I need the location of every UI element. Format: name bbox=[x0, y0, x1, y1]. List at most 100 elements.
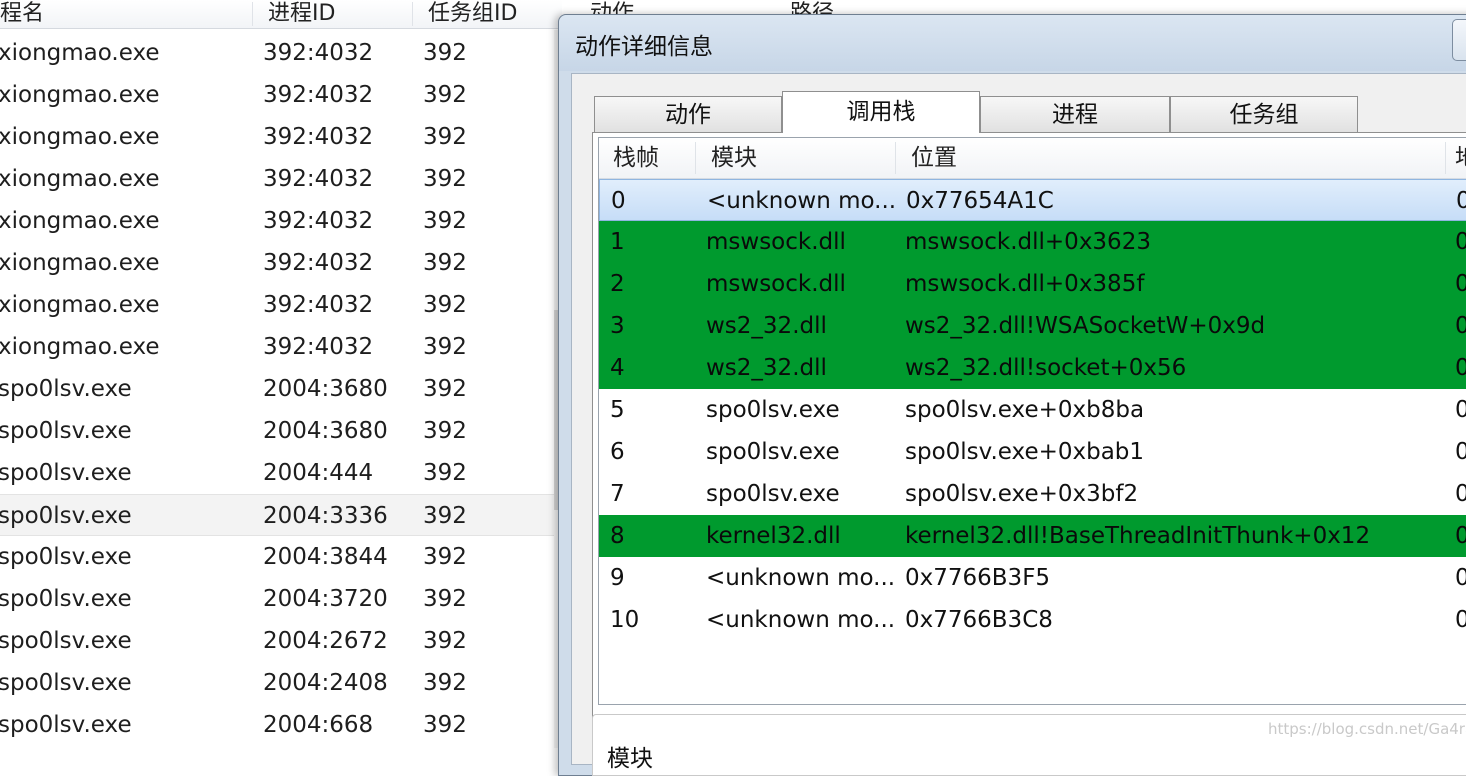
column-header-pid[interactable]: 进程ID bbox=[268, 0, 335, 28]
pid-cell: 392:4032 bbox=[263, 250, 374, 276]
column-divider[interactable] bbox=[412, 2, 413, 26]
pid-cell: 2004:668 bbox=[263, 712, 374, 738]
tab-process[interactable]: 进程 bbox=[980, 96, 1170, 132]
address-cell: 0 bbox=[1455, 473, 1466, 515]
location-cell: spo0lsv.exe+0x3bf2 bbox=[905, 481, 1139, 507]
frame-cell: 8 bbox=[610, 523, 625, 549]
process-list: 程名 进程ID 任务组ID 动作 路径 xiongmao.exe 392:4032… bbox=[0, 0, 834, 748]
process-name-cell: spo0lsv.exe bbox=[0, 628, 132, 654]
column-divider[interactable] bbox=[252, 2, 253, 26]
process-name-cell: spo0lsv.exe bbox=[0, 712, 132, 738]
column-header-address[interactable]: 地 bbox=[1455, 138, 1466, 178]
table-row[interactable]: spo0lsv.exe 2004:3336 392 bbox=[0, 494, 562, 536]
pid-cell: 392:4032 bbox=[263, 124, 374, 150]
process-name-cell: spo0lsv.exe bbox=[0, 586, 132, 612]
process-name-cell: xiongmao.exe bbox=[0, 292, 160, 318]
column-divider[interactable] bbox=[895, 142, 896, 174]
dialog-titlebar[interactable]: 动作详细信息 bbox=[559, 15, 1466, 71]
group-id-cell: 392 bbox=[423, 82, 467, 108]
table-row[interactable]: spo0lsv.exe 2004:2408 392 bbox=[0, 662, 562, 704]
stack-frame-row[interactable]: 9 <unknown mo... 0x7766B3F5 0 bbox=[599, 557, 1466, 599]
process-name-cell: xiongmao.exe bbox=[0, 250, 160, 276]
table-row[interactable]: spo0lsv.exe 2004:3844 392 bbox=[0, 536, 562, 578]
stack-frame-row[interactable]: 1 mswsock.dll mswsock.dll+0x3623 0 bbox=[599, 221, 1466, 263]
pid-cell: 2004:2672 bbox=[263, 628, 388, 654]
dialog-client-area: 动作 调用栈 进程 任务组 栈帧 模块 位置 地 0 <unknown mo...… bbox=[571, 73, 1466, 776]
table-row[interactable]: spo0lsv.exe 2004:3680 392 bbox=[0, 410, 562, 452]
stack-frame-row[interactable]: 5 spo0lsv.exe spo0lsv.exe+0xb8ba 0 bbox=[599, 389, 1466, 431]
stack-frame-row[interactable]: 6 spo0lsv.exe spo0lsv.exe+0xbab1 0 bbox=[599, 431, 1466, 473]
group-id-cell: 392 bbox=[423, 670, 467, 696]
module-cell: <unknown mo... bbox=[707, 188, 897, 214]
address-cell: 0 bbox=[1455, 431, 1466, 473]
process-name-cell: xiongmao.exe bbox=[0, 208, 160, 234]
table-row[interactable]: xiongmao.exe 392:4032 392 bbox=[0, 242, 562, 284]
frame-cell: 6 bbox=[610, 439, 625, 465]
address-cell: 0 bbox=[1455, 305, 1466, 347]
group-id-cell: 392 bbox=[423, 460, 467, 486]
table-row[interactable]: xiongmao.exe 392:4032 392 bbox=[0, 32, 562, 74]
process-list-header: 程名 进程ID 任务组ID 动作 路径 bbox=[0, 0, 834, 29]
module-cell: spo0lsv.exe bbox=[706, 481, 840, 507]
frame-cell: 9 bbox=[610, 565, 625, 591]
address-cell: 0 bbox=[1455, 347, 1466, 389]
table-row[interactable]: spo0lsv.exe 2004:444 392 bbox=[0, 452, 562, 494]
group-id-cell: 392 bbox=[423, 503, 467, 529]
stack-frame-row[interactable]: 2 mswsock.dll mswsock.dll+0x385f 0 bbox=[599, 263, 1466, 305]
process-name-cell: xiongmao.exe bbox=[0, 166, 160, 192]
dialog-title: 动作详细信息 bbox=[575, 34, 713, 60]
group-id-cell: 392 bbox=[423, 586, 467, 612]
column-header-group-id[interactable]: 任务组ID bbox=[428, 0, 517, 28]
close-button[interactable] bbox=[1452, 19, 1466, 61]
table-row[interactable]: xiongmao.exe 392:4032 392 bbox=[0, 284, 562, 326]
pid-cell: 2004:444 bbox=[263, 460, 374, 486]
stack-frame-row[interactable]: 8 kernel32.dll kernel32.dll!BaseThreadInit… bbox=[599, 515, 1466, 557]
stack-frame-row[interactable]: 3 ws2_32.dll ws2_32.dll!WSASocketW+0x9d 0 bbox=[599, 305, 1466, 347]
column-header-frame[interactable]: 栈帧 bbox=[613, 138, 659, 178]
table-row[interactable]: spo0lsv.exe 2004:3720 392 bbox=[0, 578, 562, 620]
stack-frame-row[interactable]: 10 <unknown mo... 0x7766B3C8 0 bbox=[599, 599, 1466, 641]
module-label: 模块 bbox=[607, 746, 653, 772]
module-cell: spo0lsv.exe bbox=[706, 439, 840, 465]
group-id-cell: 392 bbox=[423, 376, 467, 402]
address-cell: 0 bbox=[1455, 515, 1466, 557]
table-row[interactable]: xiongmao.exe 392:4032 392 bbox=[0, 116, 562, 158]
table-row[interactable]: spo0lsv.exe 2004:668 392 bbox=[0, 704, 562, 746]
stack-frame-row[interactable]: 7 spo0lsv.exe spo0lsv.exe+0x3bf2 0 bbox=[599, 473, 1466, 515]
frame-cell: 3 bbox=[610, 313, 625, 339]
table-row[interactable]: xiongmao.exe 392:4032 392 bbox=[0, 326, 562, 368]
stack-frame-row[interactable]: 0 <unknown mo... 0x77654A1C 0 bbox=[599, 179, 1466, 221]
location-cell: ws2_32.dll!socket+0x56 bbox=[905, 355, 1187, 381]
column-header-location[interactable]: 位置 bbox=[911, 138, 957, 178]
process-name-cell: xiongmao.exe bbox=[0, 40, 160, 66]
column-divider[interactable] bbox=[695, 142, 696, 174]
pid-cell: 2004:3720 bbox=[263, 586, 388, 612]
address-cell: 0 bbox=[1455, 557, 1466, 599]
location-cell: ws2_32.dll!WSASocketW+0x9d bbox=[905, 313, 1266, 339]
group-id-cell: 392 bbox=[423, 250, 467, 276]
group-id-cell: 392 bbox=[423, 40, 467, 66]
tab-call-stack[interactable]: 调用栈 bbox=[782, 91, 980, 133]
pid-cell: 392:4032 bbox=[263, 166, 374, 192]
column-header-process-name[interactable]: 程名 bbox=[0, 0, 44, 28]
call-stack-panel: 栈帧 模块 位置 地 0 <unknown mo... 0x77654A1C 0 1 ms… bbox=[592, 132, 1466, 774]
module-cell: kernel32.dll bbox=[706, 523, 841, 549]
stack-frame-row[interactable]: 4 ws2_32.dll ws2_32.dll!socket+0x56 0 bbox=[599, 347, 1466, 389]
table-row[interactable]: xiongmao.exe 392:4032 392 bbox=[0, 74, 562, 116]
process-name-cell: xiongmao.exe bbox=[0, 82, 160, 108]
table-row[interactable]: xiongmao.exe 392:4032 392 bbox=[0, 158, 562, 200]
module-cell: <unknown mo... bbox=[706, 607, 896, 633]
table-row[interactable]: xiongmao.exe 392:4032 392 bbox=[0, 200, 562, 242]
tab-task-group[interactable]: 任务组 bbox=[1170, 96, 1358, 132]
column-header-module[interactable]: 模块 bbox=[711, 138, 757, 178]
module-cell: ws2_32.dll bbox=[706, 313, 827, 339]
table-row[interactable]: spo0lsv.exe 2004:2672 392 bbox=[0, 620, 562, 662]
location-cell: 0x7766B3C8 bbox=[905, 607, 1053, 633]
column-divider[interactable] bbox=[1445, 142, 1446, 174]
address-cell: 0 bbox=[1455, 221, 1466, 263]
tab-action[interactable]: 动作 bbox=[594, 96, 782, 132]
table-row[interactable]: spo0lsv.exe 2004:3680 392 bbox=[0, 368, 562, 410]
address-cell: 0 bbox=[1455, 263, 1466, 305]
pid-cell: 392:4032 bbox=[263, 40, 374, 66]
group-id-cell: 392 bbox=[423, 712, 467, 738]
